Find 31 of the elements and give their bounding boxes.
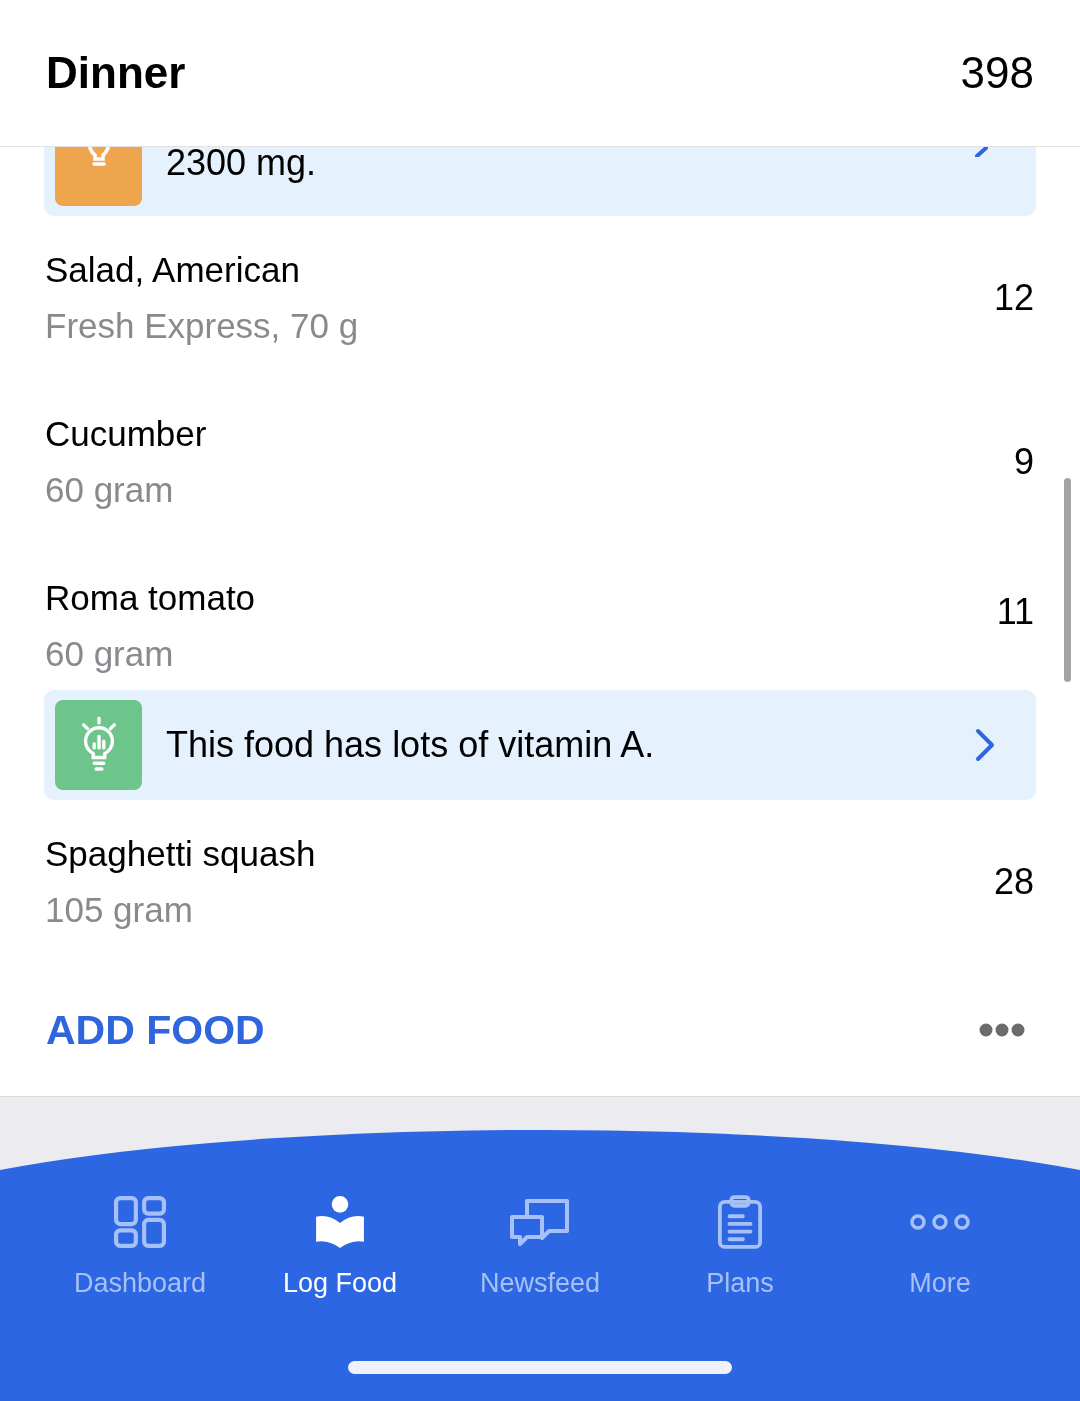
tip-card[interactable]: 2300 mg. — [44, 147, 1036, 216]
food-name: Cucumber — [45, 413, 207, 455]
chat-bubbles-icon — [509, 1196, 571, 1248]
reader-book-icon — [314, 1194, 366, 1250]
calorie-count: 9 — [1013, 440, 1034, 484]
food-name: Roma tomato — [45, 577, 256, 619]
food-name: Salad, American — [45, 249, 301, 291]
meal-calories: 398 — [960, 47, 1034, 99]
grid-icon — [114, 1196, 166, 1248]
chevron-right-icon — [974, 147, 988, 157]
calorie-count: 11 — [996, 590, 1034, 634]
food-amount: Fresh Express, 70 g — [45, 305, 359, 347]
more-button[interactable] — [979, 1023, 1025, 1037]
ellipsis-icon — [979, 1023, 1025, 1037]
calorie-count: 28 — [993, 860, 1034, 904]
meal-title: Dinner — [46, 47, 186, 99]
food-amount: 60 gram — [45, 633, 175, 675]
three-circles-icon — [910, 1214, 970, 1230]
food-amount: 105 gram — [45, 889, 194, 931]
add-food-button[interactable]: ADD FOOD — [46, 1006, 265, 1054]
tab[interactable]: More — [840, 1192, 1040, 1300]
tab[interactable]: Plans — [640, 1192, 840, 1300]
food-amount: 60 gram — [45, 469, 175, 511]
calorie-count: 12 — [993, 276, 1034, 320]
food-name: Spaghetti squash — [45, 833, 316, 875]
clipboard-icon — [717, 1194, 763, 1250]
tip-card[interactable]: This food has lots of vitamin A. — [44, 690, 1036, 800]
tab[interactable]: Dashboard — [40, 1192, 240, 1300]
tab[interactable]: Log Food — [240, 1192, 440, 1300]
tab[interactable]: Newsfeed — [440, 1192, 640, 1300]
chevron-right-icon — [975, 728, 995, 762]
